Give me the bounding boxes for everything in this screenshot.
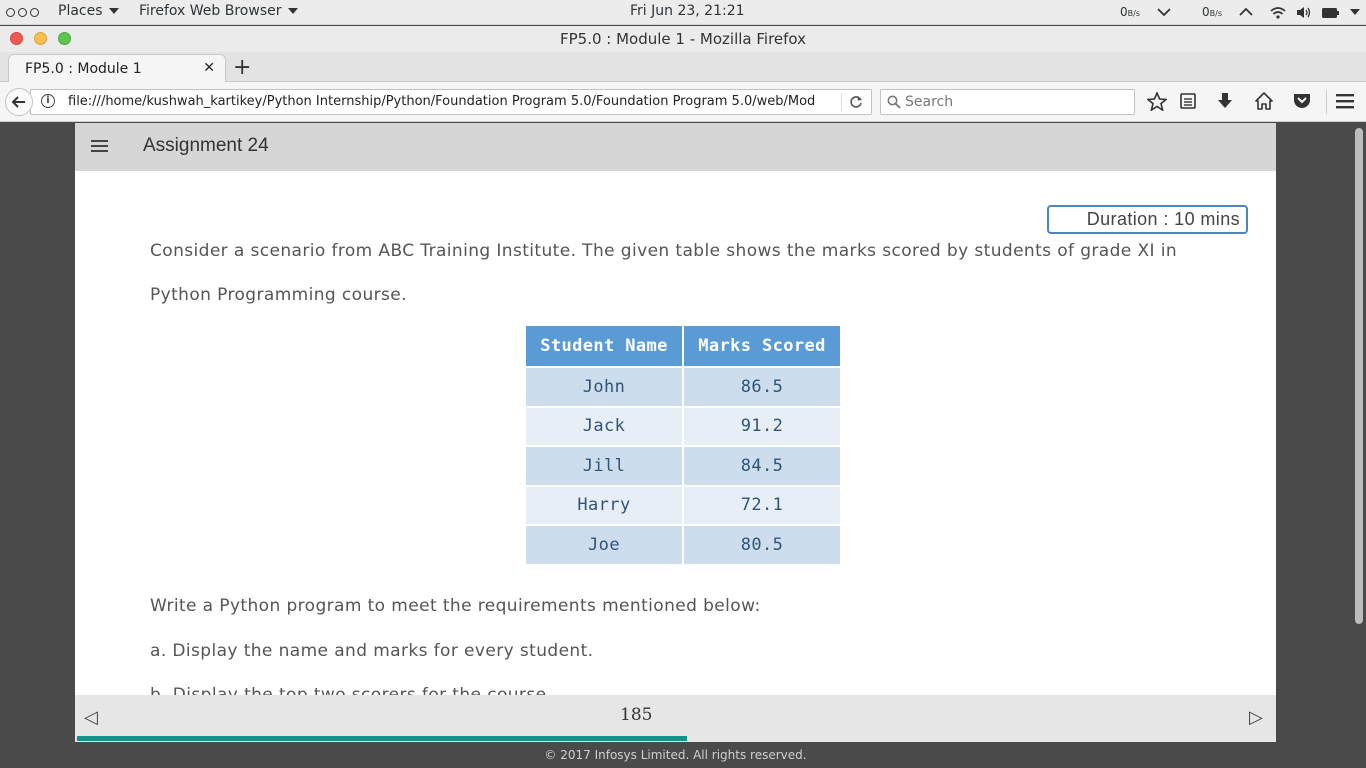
table-row: Joe 80.5	[524, 524, 842, 566]
table-row: Jack 91.2	[524, 405, 842, 447]
course-progress-fill	[77, 736, 688, 741]
search-input[interactable]: Search	[880, 89, 1135, 115]
intro-line-2: Python Programming course.	[150, 285, 407, 305]
marks-cell: 80.5	[682, 524, 842, 566]
chevron-down-icon	[287, 8, 298, 14]
clock[interactable]: Fri Jun 23, 21:21	[630, 3, 745, 19]
table-row: Jill 84.5	[524, 445, 842, 487]
pocket-icon[interactable]	[1293, 92, 1311, 109]
url-bar[interactable]: i file:///home/kushwah_kartikey/Python I…	[30, 89, 872, 115]
student-name-cell: John	[524, 366, 684, 408]
tab-module-1[interactable]: FP5.0 : Module 1 ✕	[8, 54, 226, 83]
tab-label: FP5.0 : Module 1	[25, 61, 142, 77]
previous-page-icon[interactable]: ◁	[84, 707, 98, 728]
back-arrow-icon	[11, 96, 25, 108]
tab-strip: FP5.0 : Module 1 ✕ +	[0, 52, 1366, 83]
table-row: Harry 72.1	[524, 484, 842, 526]
search-placeholder: Search	[905, 94, 954, 110]
net-upload-rate: 0B/s	[1202, 5, 1222, 19]
marks-cell: 84.5	[682, 445, 842, 487]
chevron-up-icon	[1239, 7, 1253, 16]
assignment-content: Duration : 10 mins Consider a scenario f…	[75, 171, 1276, 695]
hamburger-menu-icon[interactable]	[1336, 94, 1354, 109]
app-menu[interactable]: Firefox Web Browser	[139, 3, 298, 19]
downloads-icon[interactable]	[1217, 92, 1233, 110]
student-name-cell: Jack	[524, 405, 684, 447]
maximize-window-button[interactable]	[58, 32, 71, 45]
page-title: Assignment 24	[143, 135, 269, 156]
course-header: Assignment 24	[75, 123, 1276, 171]
reading-list-icon[interactable]	[1180, 92, 1196, 110]
search-icon	[887, 95, 901, 109]
navigation-toolbar: i file:///home/kushwah_kartikey/Python I…	[0, 82, 1366, 122]
volume-icon[interactable]	[1296, 6, 1312, 19]
chevron-down-icon	[108, 8, 119, 14]
requirement-b: b. Display the top two scorers for the c…	[150, 685, 553, 695]
window-titlebar: FP5.0 : Module 1 - Mozilla Firefox	[0, 26, 1366, 52]
instruction-text: Write a Python program to meet the requi…	[150, 596, 761, 616]
places-menu[interactable]: Places	[58, 3, 119, 19]
intro-line-1: Consider a scenario from ABC Training In…	[150, 241, 1178, 261]
back-button[interactable]	[5, 88, 33, 116]
net-download-rate: 0B/s	[1120, 5, 1140, 19]
student-name-cell: Jill	[524, 445, 684, 487]
intro-paragraph: Consider a scenario from ABC Training In…	[150, 229, 1230, 317]
course-app: Assignment 24 Duration : 10 mins Conside…	[75, 123, 1276, 768]
wifi-icon[interactable]	[1270, 6, 1286, 19]
minimize-window-button[interactable]	[34, 32, 47, 45]
site-info-icon[interactable]: i	[41, 94, 55, 108]
course-progress-bar	[77, 736, 1274, 741]
app-menu-label: Firefox Web Browser	[139, 3, 282, 19]
page-number: 185	[620, 705, 653, 725]
marks-cell: 91.2	[682, 405, 842, 447]
student-name-cell: Harry	[524, 484, 684, 526]
toolbar-divider	[1326, 90, 1327, 114]
close-window-button[interactable]	[10, 32, 23, 45]
window-title: FP5.0 : Module 1 - Mozilla Firefox	[559, 30, 807, 48]
bookmark-star-icon[interactable]	[1147, 92, 1167, 111]
marks-cell: 72.1	[682, 484, 842, 526]
reload-icon[interactable]	[849, 95, 863, 109]
chevron-down-icon	[1157, 8, 1171, 17]
copyright-footer: © 2017 Infosys Limited. All rights reser…	[75, 742, 1276, 768]
student-name-cell: Joe	[524, 524, 684, 566]
table-header-row: Student Name Marks Scored	[524, 324, 842, 368]
close-tab-icon[interactable]: ✕	[203, 60, 215, 76]
battery-icon[interactable]	[1322, 8, 1340, 18]
marks-table: Student Name Marks Scored John 86.5 Jack…	[524, 324, 842, 566]
system-top-bar: Places Firefox Web Browser Fri Jun 23, 2…	[0, 0, 1366, 25]
page-scrollbar-thumb[interactable]	[1355, 128, 1363, 624]
marks-cell: 86.5	[682, 366, 842, 408]
url-text[interactable]: file:///home/kushwah_kartikey/Python Int…	[68, 94, 828, 109]
new-tab-button[interactable]: +	[233, 55, 251, 80]
activities-dots-icon[interactable]	[6, 8, 39, 17]
table-row: John 86.5	[524, 366, 842, 408]
course-menu-icon[interactable]	[91, 140, 108, 155]
requirement-a: a. Display the name and marks for every …	[150, 641, 594, 661]
column-header-marks-scored: Marks Scored	[682, 324, 842, 368]
column-header-student-name: Student Name	[524, 324, 684, 368]
next-page-icon[interactable]: ▷	[1249, 707, 1263, 728]
home-icon[interactable]	[1255, 92, 1273, 110]
pager-bar: ◁ 185 ▷	[75, 695, 1276, 742]
url-bar-divider	[841, 93, 842, 111]
places-menu-label: Places	[58, 3, 103, 19]
power-menu-caret-icon[interactable]	[1350, 8, 1360, 16]
